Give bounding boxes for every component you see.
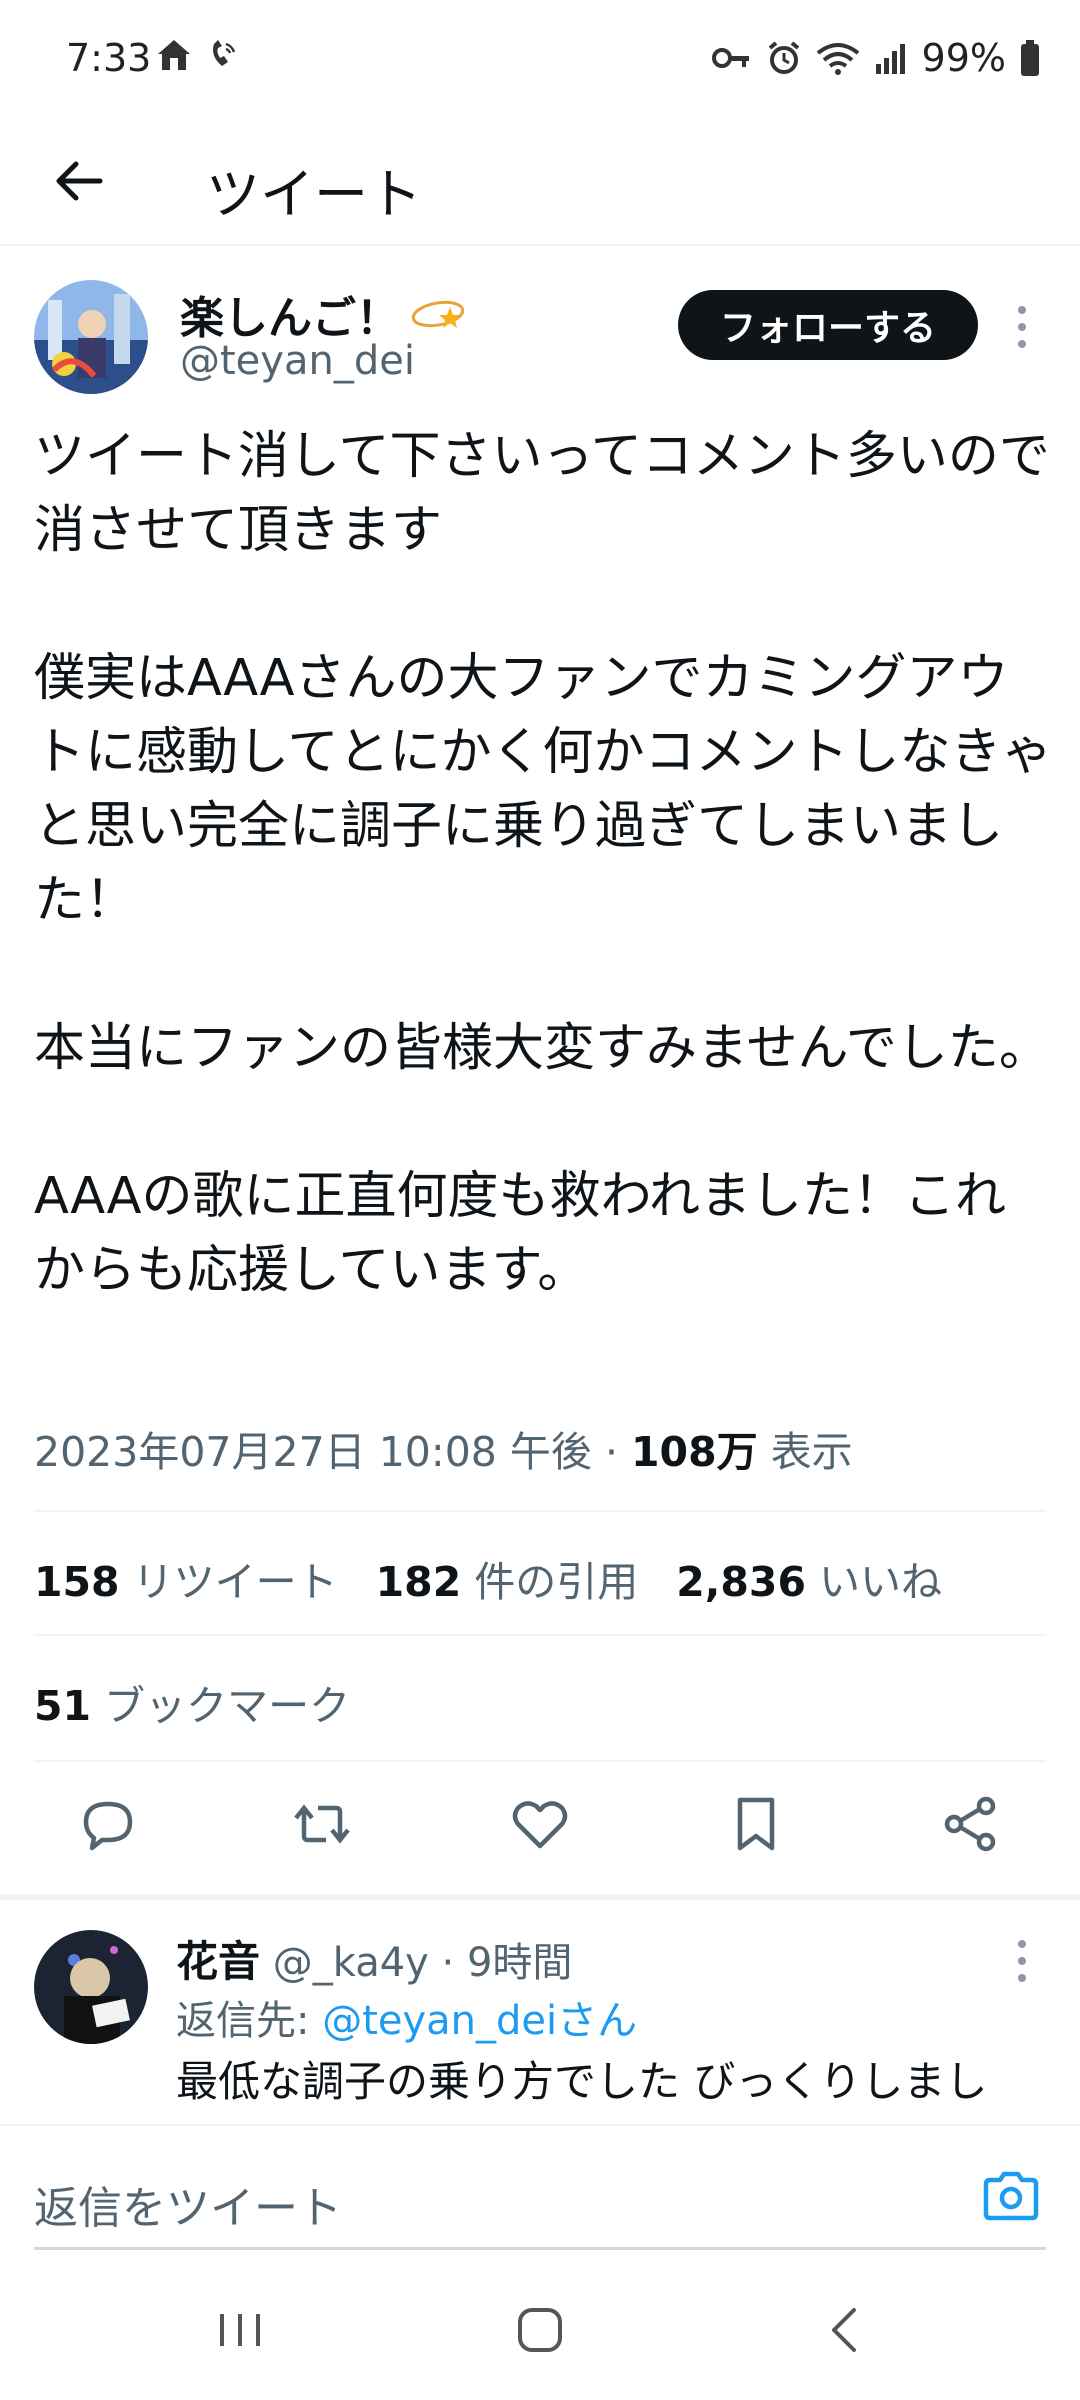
verified-badge-icon — [411, 300, 465, 328]
likes-stat[interactable]: 2,836 いいね — [676, 1548, 942, 1608]
retweets-count: 158 — [34, 1558, 120, 1606]
reply-separator: · — [428, 1940, 467, 1986]
reply-author-handle[interactable]: @_ka4y — [273, 1940, 429, 1986]
reply-input[interactable]: 返信をツイート — [34, 2172, 342, 2236]
tweet-timestamp[interactable]: 2023年07月27日 10:08 午後 — [34, 1428, 592, 1476]
divider — [34, 1510, 1046, 1512]
page-title: ツイート — [206, 163, 422, 226]
reply-author-name[interactable]: 花音 — [176, 1937, 260, 1986]
retweet-icon[interactable] — [290, 1792, 354, 1856]
reply-icon[interactable] — [76, 1792, 140, 1856]
likes-count: 2,836 — [676, 1558, 806, 1606]
camera-icon[interactable] — [982, 2170, 1040, 2222]
reply-composer[interactable]: 返信をツイート — [0, 2124, 1080, 2256]
retweets-stat[interactable]: 158 リツイート — [34, 1548, 338, 1608]
retweets-label: リツイート — [132, 1558, 338, 1606]
reply-to: 返信先: @teyan_deiさん — [176, 1988, 637, 2046]
recents-icon[interactable] — [210, 2300, 270, 2360]
battery-percent: 99% — [921, 36, 1006, 80]
bookmark-icon[interactable] — [724, 1792, 788, 1856]
reply-tweet[interactable]: 花音 @_ka4y · 9時間 返信先: @teyan_deiさん 最低な調子の… — [0, 1900, 1080, 2120]
share-icon[interactable] — [938, 1792, 1002, 1856]
reply-header: 花音 @_ka4y · 9時間 — [176, 1928, 572, 1989]
tweet-paragraph: 本当にファンの皆様大変すみませんでした。 — [34, 1019, 1050, 1078]
wifi-icon — [816, 43, 859, 75]
home-icon — [158, 40, 190, 70]
back-arrow-icon[interactable] — [48, 148, 114, 214]
follow-button[interactable]: フォローする — [678, 290, 978, 360]
reply-time: 9時間 — [466, 1940, 573, 1986]
author-avatar[interactable] — [34, 280, 148, 394]
tweet-author: 楽しんご！ @teyan_dei フォローする — [0, 244, 1080, 404]
like-icon[interactable] — [508, 1792, 572, 1856]
more-icon[interactable] — [1012, 1936, 1032, 1986]
reply-to-user[interactable]: @teyan_deiさん — [322, 1998, 637, 2044]
system-nav-bar — [0, 2260, 1080, 2400]
tweet-paragraph: 僕実はAAAさんの大ファンでカミングアウトに感動してとにかく何かコメントしなきゃ… — [34, 649, 1053, 930]
signal-icon — [875, 44, 905, 74]
tweet-paragraph: ツイート消して下さいってコメント多いので消させて頂きます — [34, 427, 1050, 560]
author-name[interactable]: 楽しんご！ — [180, 282, 400, 346]
views-count: 108万 — [631, 1428, 758, 1476]
bookmarks-label: ブックマーク — [104, 1682, 351, 1730]
divider — [34, 1760, 1046, 1762]
home-nav-icon[interactable] — [510, 2300, 570, 2360]
key-icon — [711, 48, 749, 68]
reply-avatar[interactable] — [34, 1930, 148, 2044]
bookmarks-count: 51 — [34, 1682, 92, 1730]
tweet-text: ツイート消して下さいってコメント多いので消させて頂きます 僕実はAAAさんの大フ… — [34, 420, 1054, 1308]
tweet-actions — [0, 1764, 1080, 1894]
composer-underline — [34, 2247, 1046, 2250]
quotes-count: 182 — [375, 1558, 462, 1606]
wifi-calling-icon — [213, 40, 236, 66]
quotes-label: 件の引用 — [474, 1558, 639, 1606]
bookmarks-stat[interactable]: 51 ブックマーク — [34, 1672, 350, 1732]
more-icon[interactable] — [1012, 302, 1032, 352]
divider — [34, 1634, 1046, 1636]
views-label: 表示 — [770, 1428, 853, 1476]
tweet-stats: 158 リツイート 182 件の引用 2,836 いいね — [34, 1548, 942, 1608]
author-handle[interactable]: @teyan_dei — [180, 338, 415, 384]
status-time: 7:33 — [66, 36, 152, 80]
status-bar: 7:33 99% — [0, 0, 1080, 120]
reply-text: 最低な調子の乗り方でした びっくりしまし — [176, 2057, 988, 2106]
alarm-icon — [768, 41, 799, 74]
battery-icon — [1021, 40, 1039, 76]
likes-label: いいね — [819, 1558, 943, 1606]
app-bar: ツイート — [0, 120, 1080, 246]
back-nav-icon[interactable] — [816, 2300, 876, 2360]
quotes-stat[interactable]: 182 件の引用 — [376, 1548, 639, 1608]
tweet-paragraph: AAAの歌に正直何度も救われました！これからも応援しています。 — [34, 1167, 1006, 1300]
reply-to-prefix: 返信先: — [176, 1998, 323, 2044]
tweet-meta: 2023年07月27日 10:08 午後 · 108万 表示 — [34, 1428, 853, 1476]
